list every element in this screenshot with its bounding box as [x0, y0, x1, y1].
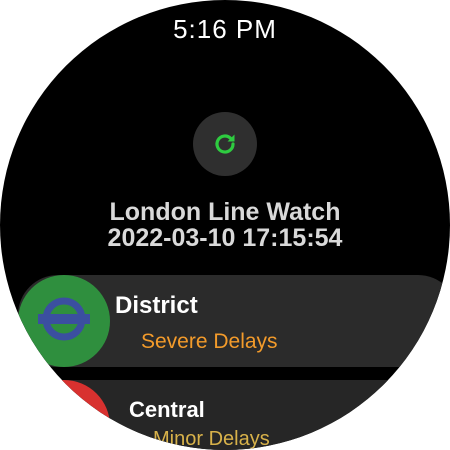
line-status: Severe Delays [141, 330, 278, 353]
clock-time: 5:16 PM [173, 14, 277, 44]
tfl-roundel-icon [32, 287, 96, 356]
line-card-central[interactable]: Central Minor Delays [18, 380, 450, 450]
refresh-button[interactable] [193, 112, 257, 176]
tfl-roundel-icon [32, 392, 96, 450]
line-name: District [115, 292, 198, 319]
refresh-icon [210, 129, 240, 159]
watch-screen: 5:16 PM London Line Watch 2022-03-10 17:… [0, 0, 450, 450]
line-status: Minor Delays [153, 428, 270, 450]
line-name: Central [129, 397, 205, 422]
last-updated-timestamp: 2022-03-10 17:15:54 [107, 224, 343, 252]
app-title: London Line Watch [109, 198, 341, 226]
line-avatar-district [18, 275, 110, 367]
line-avatar-central [18, 380, 110, 450]
line-card-district[interactable]: District Severe Delays [18, 275, 450, 367]
